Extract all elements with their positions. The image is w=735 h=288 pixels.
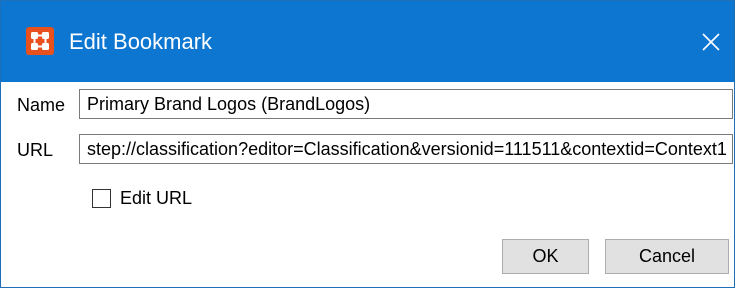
close-button[interactable] <box>688 19 734 65</box>
app-icon <box>26 27 54 55</box>
url-input[interactable] <box>79 134 733 164</box>
ok-button[interactable]: OK <box>502 239 589 274</box>
edit-url-checkbox[interactable] <box>92 188 111 208</box>
title-bar[interactable]: Edit Bookmark <box>1 1 734 82</box>
cancel-button[interactable]: Cancel <box>605 239 729 274</box>
edit-url-label: Edit URL <box>120 187 193 208</box>
edit-url-toggle[interactable]: Edit URL <box>92 187 192 209</box>
name-label: Name <box>17 95 66 115</box>
url-label: URL <box>17 140 54 160</box>
close-icon <box>702 33 720 51</box>
name-input[interactable] <box>79 89 733 119</box>
edit-bookmark-dialog: Edit Bookmark Name URL Edit URL OK Cance… <box>0 0 735 288</box>
window-title: Edit Bookmark <box>69 29 213 54</box>
dialog-body: Name URL Edit URL OK Cancel <box>1 82 734 287</box>
